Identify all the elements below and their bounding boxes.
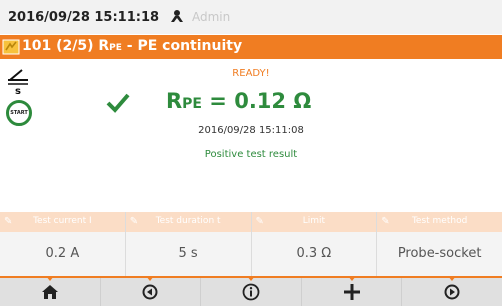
status-datetime: 2016/09/28 15:11:18 <box>8 10 160 25</box>
info-button[interactable] <box>201 276 302 306</box>
param-test-method[interactable]: ✎ Test method Probe-socket <box>377 212 502 276</box>
param-label: Test duration t <box>155 216 221 226</box>
user-icon <box>171 10 183 22</box>
status-bar: 2016/09/28 15:11:18 Admin <box>0 0 502 34</box>
param-header: ✎ Test method <box>377 212 502 232</box>
param-label: Test current I <box>33 216 92 226</box>
start-label: START <box>10 110 28 116</box>
next-button[interactable] <box>402 276 502 306</box>
tab-marker <box>45 276 54 281</box>
back-icon <box>142 284 158 300</box>
result-symbol-sub: PE <box>182 96 202 112</box>
ready-status: READY! <box>232 68 270 79</box>
result-symbol: R <box>166 89 183 113</box>
param-value: 0.3 Ω <box>296 246 332 261</box>
title-suffix: - PE continuity <box>121 38 243 54</box>
param-limit[interactable]: ✎ Limit 0.3 Ω <box>251 212 378 276</box>
user-name: Admin <box>192 10 231 24</box>
parameter-panel: ✎ Test current I 0.2 A ✎ Test duration t… <box>0 212 502 276</box>
tab-marker <box>146 276 155 281</box>
measurement-icon <box>2 39 20 55</box>
result-timestamp: 2016/09/28 15:11:08 <box>198 125 304 136</box>
param-label: Limit <box>302 216 326 226</box>
tab-marker <box>246 276 255 281</box>
param-header: ✎ Test duration t <box>125 212 251 232</box>
bottom-nav <box>0 276 502 306</box>
measurement-title: 101 (2/5) RPE - PE continuity <box>22 38 242 54</box>
svg-text:s: s <box>15 86 21 96</box>
next-icon <box>444 284 460 300</box>
title-prefix: 101 (2/5) R <box>22 38 110 54</box>
param-body: 5 s <box>125 232 251 276</box>
tab-marker <box>347 276 356 281</box>
tab-marker <box>448 276 457 281</box>
info-icon <box>242 283 260 301</box>
param-value: Probe-socket <box>397 246 482 261</box>
result-message: Positive test result <box>204 149 298 160</box>
add-icon <box>343 284 360 300</box>
home-button[interactable] <box>0 276 101 306</box>
param-header: ✎ Limit <box>251 212 377 232</box>
title-subscript: PE <box>109 43 122 53</box>
param-value: 0.2 A <box>45 246 80 261</box>
home-icon <box>41 285 58 299</box>
start-button[interactable]: START <box>6 100 32 126</box>
result-number: = 0.12 Ω <box>202 89 312 113</box>
param-body: 0.2 A <box>0 232 125 276</box>
param-body: 0.3 Ω <box>251 232 377 276</box>
param-test-duration[interactable]: ✎ Test duration t 5 s <box>125 212 252 276</box>
param-header: ✎ Test current I <box>0 212 125 232</box>
title-bar: 101 (2/5) RPE - PE continuity <box>0 35 502 59</box>
param-body: Probe-socket <box>377 232 502 276</box>
check-icon <box>106 93 130 113</box>
param-label: Test method <box>411 216 468 226</box>
param-value: 5 s <box>178 246 198 261</box>
result-value: RPE = 0.12 Ω <box>166 89 311 113</box>
back-button[interactable] <box>101 276 202 306</box>
add-button[interactable] <box>302 276 403 306</box>
param-test-current[interactable]: ✎ Test current I 0.2 A <box>0 212 126 276</box>
